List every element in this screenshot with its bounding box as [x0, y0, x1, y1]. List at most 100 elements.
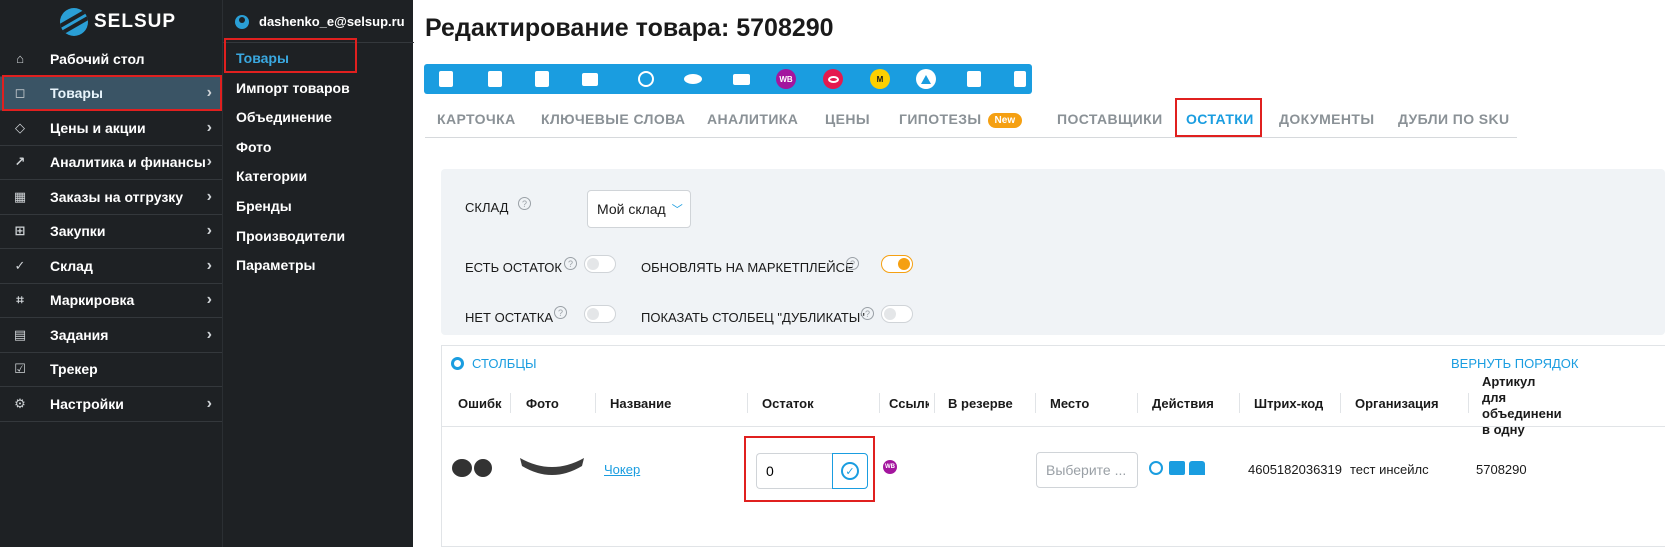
sidebar-item-orders[interactable]: ▦ Заказы на отгрузку ›	[0, 180, 222, 215]
scan-icon: ⌗	[16, 292, 24, 308]
download-button[interactable]	[485, 69, 505, 89]
warehouse-icon[interactable]	[1188, 460, 1206, 476]
column-header[interactable]: Ошибка	[458, 396, 502, 411]
tab-card[interactable]: КАРТОЧКА	[437, 111, 516, 127]
store-button[interactable]	[580, 69, 600, 89]
sidebar-item-label: Закупки	[50, 223, 106, 240]
place-select[interactable]: Выберите ...	[1036, 452, 1138, 488]
chevron-right-icon: ›	[206, 118, 212, 136]
sidebar-item-analytics[interactable]: ↗ Аналитика и финансы ›	[0, 146, 222, 180]
submenu-item-photo[interactable]: Фото	[236, 139, 271, 155]
no-stock-toggle[interactable]	[584, 305, 616, 323]
has-stock-label: ЕСТЬ ОСТАТОК	[465, 260, 562, 275]
history-button[interactable]	[636, 69, 656, 89]
stock-quantity-input[interactable]: 0	[756, 453, 832, 489]
reset-order-button[interactable]: ВЕРНУТЬ ПОРЯДОК	[1451, 356, 1578, 371]
submenu-item-categories[interactable]: Категории	[236, 168, 307, 184]
column-header[interactable]: Действия	[1152, 396, 1214, 411]
archive-button[interactable]	[964, 69, 984, 89]
home-icon: ⌂	[16, 51, 24, 67]
column-header[interactable]: Организация	[1355, 396, 1439, 411]
barcode-value: 4605182036319	[1248, 462, 1342, 477]
columns-button[interactable]: СТОЛБЦЫ	[451, 356, 536, 371]
ozon-button[interactable]	[823, 69, 843, 89]
wildberries-link-icon[interactable]: WB	[883, 460, 897, 474]
product-photo[interactable]	[518, 452, 586, 483]
card-view-button[interactable]	[731, 69, 751, 89]
sidebar-item-marking[interactable]: ⌗ Маркировка ›	[0, 284, 222, 318]
help-icon[interactable]: ?	[518, 197, 531, 210]
has-stock-toggle[interactable]	[584, 255, 616, 273]
delete-button[interactable]	[1010, 69, 1030, 89]
submenu-item-manufacturers[interactable]: Производители	[236, 228, 345, 244]
logo[interactable]: SELSUP	[60, 8, 176, 36]
yandex-market-button[interactable]: M	[870, 69, 890, 89]
help-icon[interactable]: ?	[846, 257, 859, 270]
sidebar-item-products[interactable]: ◻ Товары ›	[0, 76, 222, 111]
update-marketplace-toggle[interactable]	[881, 255, 913, 273]
help-icon[interactable]: ?	[861, 307, 874, 320]
submenu-item-merge[interactable]: Объединение	[236, 109, 332, 125]
tab-keywords[interactable]: КЛЮЧЕВЫЕ СЛОВА	[541, 111, 685, 127]
column-header[interactable]: Штрих-код	[1254, 396, 1323, 411]
megamarket-icon	[916, 69, 936, 89]
wildberries-button[interactable]: WB	[776, 69, 796, 89]
submenu-item-parameters[interactable]: Параметры	[236, 257, 316, 273]
column-header[interactable]: Артикул для объединения в одну	[1482, 374, 1562, 438]
sidebar-item-label: Заказы на отгрузку	[50, 188, 184, 205]
submenu-item-import[interactable]: Импорт товаров	[236, 80, 350, 96]
sidebar-item-tracker[interactable]: ☑ Трекер	[0, 353, 222, 387]
store-icon	[582, 72, 598, 86]
help-icon[interactable]: ?	[564, 257, 577, 270]
app-window: SELSUP ⌂ Рабочий стол ◻ Товары › ◇ Цены …	[0, 0, 1665, 547]
column-header[interactable]: В резерве	[948, 396, 1013, 411]
tab-sku-duplicates[interactable]: ДУБЛИ ПО SKU	[1398, 111, 1510, 127]
preview-button[interactable]	[683, 69, 703, 89]
chevron-right-icon: ›	[206, 187, 212, 205]
sidebar-item-settings[interactable]: ⚙ Настройки ›	[0, 387, 222, 422]
submenu-item-products[interactable]: Товары	[236, 50, 289, 66]
tab-documents[interactable]: ДОКУМЕНТЫ	[1279, 111, 1374, 127]
tab-suppliers[interactable]: ПОСТАВЩИКИ	[1057, 111, 1163, 127]
checklist-button[interactable]	[532, 69, 552, 89]
tab-stock[interactable]: ОСТАТКИ	[1186, 111, 1254, 127]
tab-hypotheses[interactable]: ГИПОТЕЗЫ New	[899, 111, 1023, 128]
tab-analytics[interactable]: АНАЛИТИКА	[707, 111, 798, 127]
divider	[879, 393, 880, 413]
sidebar-item-purchases[interactable]: ⊞ Закупки ›	[0, 215, 222, 249]
product-name-link[interactable]: Чокер	[604, 462, 640, 477]
divider	[510, 393, 511, 413]
sidebar-item-dashboard[interactable]: ⌂ Рабочий стол	[0, 42, 222, 77]
sidebar-item-tasks[interactable]: ▤ Задания ›	[0, 318, 222, 353]
column-header[interactable]: Название	[610, 396, 671, 411]
eye-icon	[684, 74, 702, 84]
copy-button[interactable]	[436, 69, 456, 89]
store-icon[interactable]	[1168, 460, 1186, 476]
product-tabs: КАРТОЧКА КЛЮЧЕВЫЕ СЛОВА АНАЛИТИКА ЦЕНЫ Г…	[425, 100, 1517, 138]
show-duplicates-toggle[interactable]	[881, 305, 913, 323]
ozon-icon	[823, 69, 843, 89]
main-content: Редактирование товара: 5708290 WB M КАРТ…	[413, 0, 1665, 547]
choker-image	[520, 458, 584, 475]
user-account[interactable]: dashenko_e@selsup.ru	[235, 14, 405, 29]
article-value: 5708290	[1476, 462, 1527, 477]
column-header[interactable]: Место	[1050, 396, 1089, 411]
sidebar-item-prices[interactable]: ◇ Цены и акции ›	[0, 111, 222, 146]
tab-prices[interactable]: ЦЕНЫ	[825, 111, 870, 127]
column-header[interactable]: Остаток	[762, 396, 814, 411]
sidebar-item-label: Аналитика и финансы	[50, 154, 206, 171]
archive-icon	[967, 71, 981, 87]
sidebar-item-warehouse[interactable]: ✓ Склад ›	[0, 249, 222, 284]
column-header[interactable]: Фото	[526, 396, 559, 411]
history-icon[interactable]	[1147, 460, 1165, 476]
column-header[interactable]: Ссылки	[889, 396, 929, 411]
sidebar-item-label: Рабочий стол	[50, 50, 145, 67]
gear-icon	[451, 357, 464, 370]
warehouse-select[interactable]: Мой склад ﹀	[587, 190, 691, 228]
submenu-item-brands[interactable]: Бренды	[236, 198, 292, 214]
save-stock-button[interactable]: ✓	[832, 453, 868, 489]
help-icon[interactable]: ?	[554, 306, 567, 319]
products-submenu: dashenko_e@selsup.ru Товары Импорт товар…	[222, 0, 414, 547]
sber-megamarket-button[interactable]	[916, 69, 936, 89]
user-avatar-icon	[235, 14, 249, 29]
